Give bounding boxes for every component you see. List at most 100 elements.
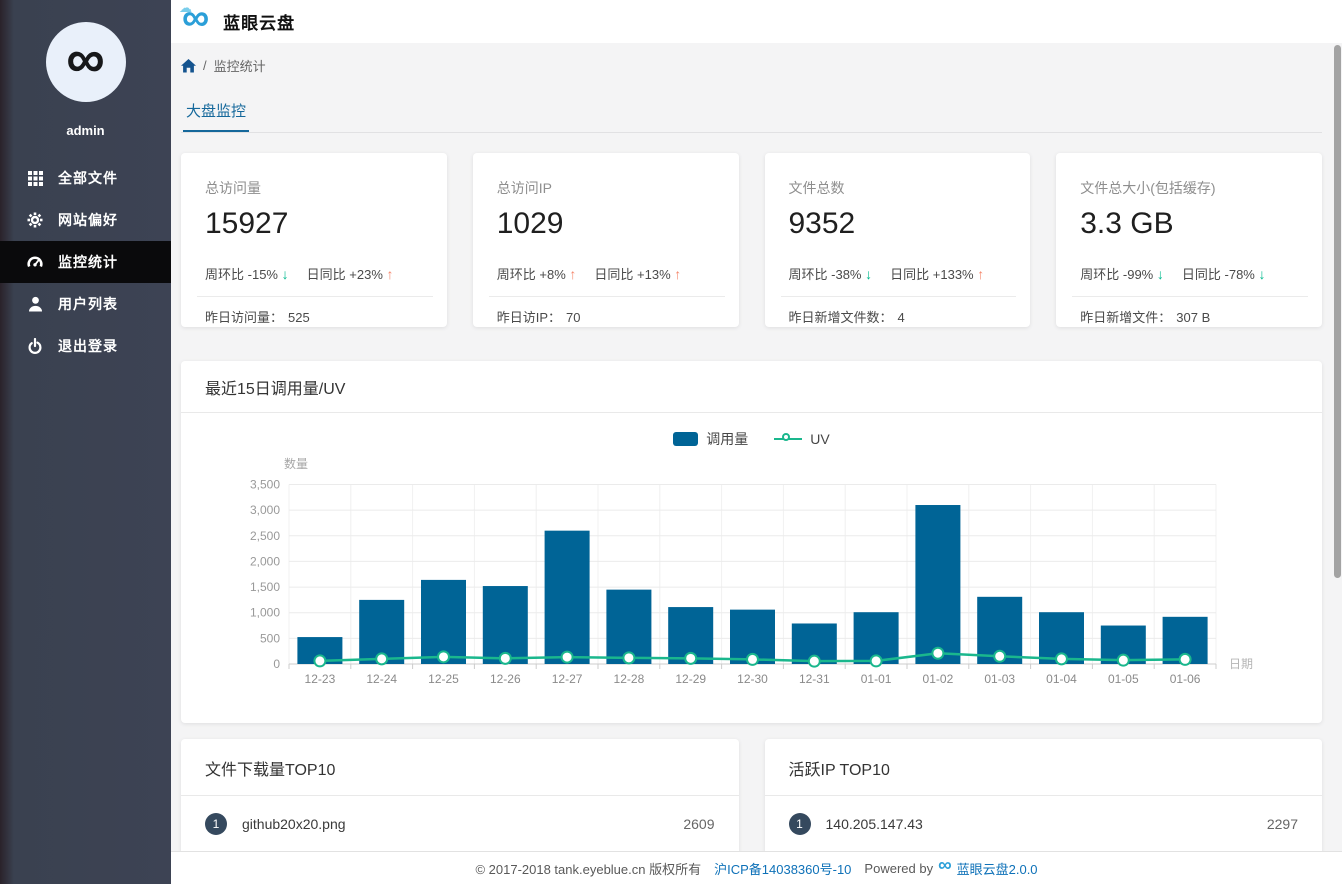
rank-badge: 1: [205, 813, 227, 835]
home-icon[interactable]: [181, 58, 196, 73]
chart-line-point: [1055, 652, 1068, 666]
legend-label: 调用量: [706, 431, 749, 447]
sidebar-username: admin: [66, 123, 105, 138]
list-item: 1 140.205.147.43 2297: [765, 796, 1323, 852]
trend-arrow-icon: ↑: [386, 266, 394, 282]
chart-line-point: [684, 651, 698, 665]
svg-text:0: 0: [273, 657, 280, 671]
tabs-bar: 大盘监控: [181, 100, 1322, 133]
day-over-day: 日同比 +133% ↑: [890, 266, 985, 282]
breadcrumb-separator: /: [203, 58, 207, 73]
chart-line-point: [869, 654, 883, 668]
divider: [1072, 296, 1308, 297]
brand-link[interactable]: 蓝眼云盘2.0.0: [957, 859, 1038, 878]
sidebar-item-monitoring-stats[interactable]: 监控统计: [0, 241, 171, 283]
svg-text:12-26: 12-26: [490, 672, 521, 686]
svg-text:12-28: 12-28: [614, 672, 645, 686]
list-item-label: 140.205.147.43: [825, 816, 923, 832]
chart-line-point: [931, 646, 945, 660]
svg-text:01-03: 01-03: [984, 672, 1015, 686]
svg-text:01-06: 01-06: [1170, 672, 1201, 686]
chart-line-point: [622, 651, 636, 665]
chart-line-point: [437, 650, 450, 664]
svg-text:1,000: 1,000: [250, 606, 280, 620]
day-over-day: 日同比 +13% ↑: [594, 266, 682, 282]
power-icon: [27, 337, 43, 354]
stat-card-trends: 周环比 -15% ↓ 日同比 +23% ↑: [205, 264, 423, 283]
chart-line-point: [1178, 652, 1192, 666]
brand-infinity-logo: ∞: [66, 29, 105, 89]
sidebar-item-label: 全部文件: [58, 170, 118, 186]
stat-cards-row: 总访问量 15927 周环比 -15% ↓ 日同比 +23% ↑ 昨日访问量： 5…: [181, 153, 1322, 327]
svg-text:01-05: 01-05: [1108, 672, 1139, 686]
breadcrumb: / 监控统计: [181, 43, 1322, 75]
svg-text:日期: 日期: [1229, 657, 1253, 671]
week-over-week: 周环比 -38% ↓: [788, 266, 873, 282]
sidebar-item-logout[interactable]: 退出登录: [0, 325, 171, 367]
icp-link[interactable]: 沪ICP备14038360号-10: [714, 859, 851, 878]
sidebar-item-site-preferences[interactable]: 网站偏好: [0, 199, 171, 241]
divider: [780, 296, 1017, 297]
legend-item-uv[interactable]: UV: [774, 431, 830, 447]
svg-text:01-02: 01-02: [923, 672, 954, 686]
list-item-label: github20x20.png: [242, 816, 346, 832]
chart-line-point: [498, 651, 512, 665]
legend-label: UV: [810, 431, 830, 447]
svg-text:12-25: 12-25: [428, 672, 459, 686]
sidebar-item-label: 用户列表: [58, 296, 118, 312]
grid-icon: [27, 170, 43, 186]
page-footer: © 2017-2018 tank.eyeblue.cn 版权所有 沪ICP备14…: [171, 851, 1342, 884]
stat-card: 总访问量 15927 周环比 -15% ↓ 日同比 +23% ↑ 昨日访问量： 5…: [181, 153, 447, 327]
sidebar-item-all-files[interactable]: 全部文件: [0, 157, 171, 199]
chart-bar: [544, 530, 590, 664]
active-ip-list: 1 140.205.147.43 2297: [765, 796, 1323, 852]
content-area: / 监控统计 大盘监控 总访问量 15927 周环比 -15% ↓ 日同比 +2…: [171, 43, 1342, 884]
stat-card-title: 文件总数: [788, 180, 845, 196]
powered-by-text: Powered by: [864, 860, 934, 876]
breadcrumb-current: 监控统计: [213, 59, 266, 74]
svg-text:01-01: 01-01: [861, 672, 892, 686]
chart-canvas: 0 500 1,000 1,500 2,000 2,500 3,000 3,500 数量日期 12…: [250, 456, 1253, 686]
svg-text:数量: 数量: [284, 456, 308, 471]
chart-line-point: [313, 654, 327, 668]
stat-card-footer: 昨日新增文件： 307 B: [1080, 310, 1211, 325]
svg-text:12-23: 12-23: [305, 672, 336, 686]
stat-card-trends: 周环比 +8% ↑ 日同比 +13% ↑: [497, 264, 715, 283]
chart-line-point: [993, 649, 1007, 663]
list-item-value: 2609: [683, 816, 715, 832]
panel-title: 活跃IP TOP10: [764, 739, 1322, 796]
app-header: ∞ ☁ 蓝眼云盘: [171, 0, 1342, 43]
week-over-week: 周环比 -99% ↓: [1080, 266, 1164, 282]
stat-card-trends: 周环比 -38% ↓ 日同比 +133% ↑: [789, 264, 1007, 283]
week-over-week: 周环比 -15% ↓: [205, 266, 289, 282]
sidebar-item-user-list[interactable]: 用户列表: [0, 283, 171, 325]
stat-card-value: 9352: [788, 207, 856, 240]
avatar[interactable]: ∞: [45, 22, 126, 102]
cloud-icon: ☁: [179, 0, 192, 15]
week-over-week: 周环比 +8% ↑: [496, 266, 577, 282]
sidebar-item-label: 网站偏好: [58, 212, 118, 228]
legend-item-calls[interactable]: 调用量: [673, 429, 748, 449]
scrollbar-thumb[interactable]: [1334, 45, 1341, 578]
copyright-text: © 2017-2018 tank.eyeblue.cn 版权所有: [475, 861, 702, 877]
line-series-marker-icon: [774, 433, 803, 441]
day-over-day: 日同比 -78% ↓: [1181, 266, 1266, 282]
chart-bar: [915, 505, 961, 664]
svg-text:01-04: 01-04: [1046, 672, 1077, 686]
sidebar-item-label: 监控统计: [58, 254, 118, 270]
divider: [197, 296, 433, 297]
stat-card-footer: 昨日新增文件数： 4: [788, 310, 905, 325]
stat-card: 文件总数 9352 周环比 -38% ↓ 日同比 +133% ↑ 昨日新增文件数…: [764, 153, 1031, 327]
svg-text:12-27: 12-27: [552, 672, 583, 686]
uv-calls-chart: 0 500 1,000 1,500 2,000 2,500 3,000 3,500 数量 日期 12…: [181, 453, 1322, 698]
svg-text:500: 500: [260, 631, 280, 645]
sidebar-menu: 全部文件 网站偏好 监控统计 用户列表 退出登录: [0, 157, 171, 367]
main-area: ∞ ☁ 蓝眼云盘 / 监控统计 大盘监控 总访问量 15927 周环比 -15% …: [171, 0, 1342, 884]
svg-text:12-31: 12-31: [799, 672, 830, 686]
tab-dashboard-monitor[interactable]: 大盘监控: [183, 100, 250, 132]
svg-text:3,500: 3,500: [250, 478, 280, 492]
chart-line-point: [375, 652, 389, 666]
rank-badge: 1: [788, 813, 811, 835]
panel-title: 文件下载量TOP10: [181, 739, 739, 796]
svg-text:1,500: 1,500: [250, 580, 280, 594]
